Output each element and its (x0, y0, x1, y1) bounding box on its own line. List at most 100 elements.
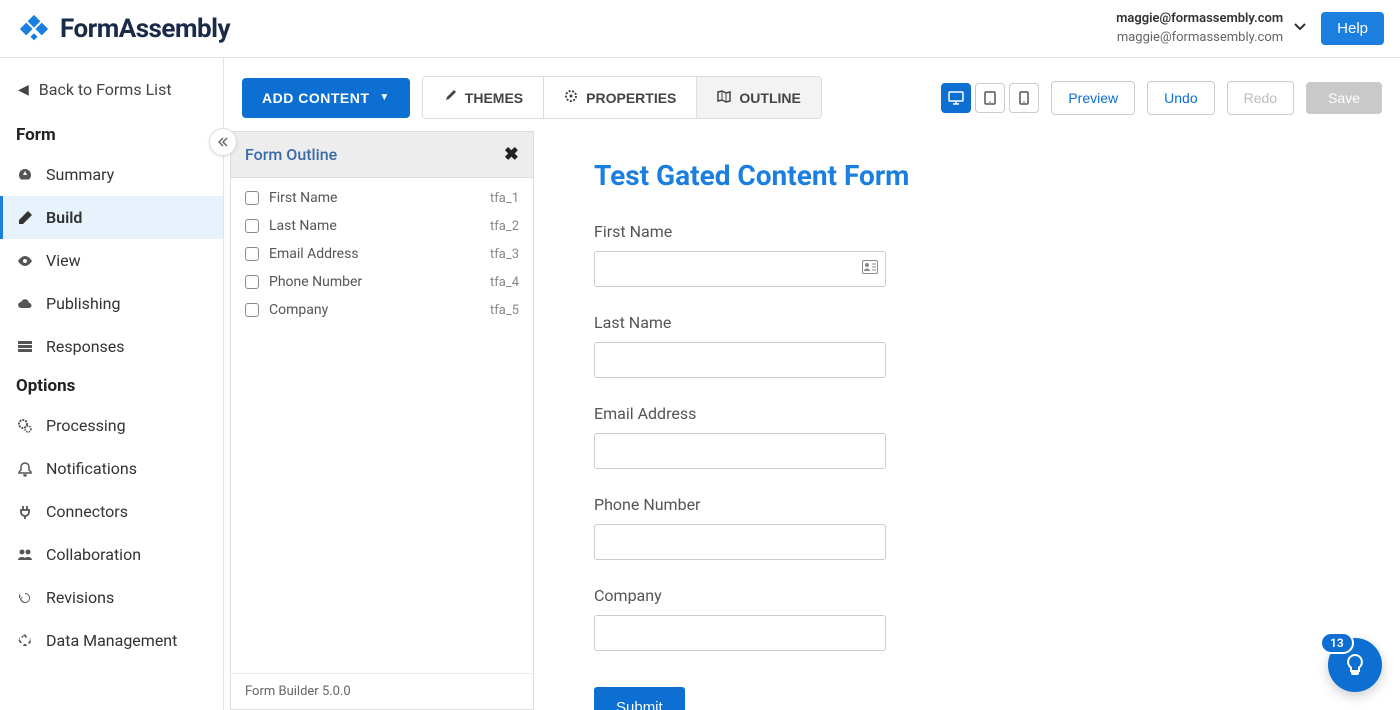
field-label: Phone Number (594, 495, 1340, 514)
back-to-forms-link[interactable]: ◀ Back to Forms List (0, 68, 223, 117)
cogs-icon (16, 418, 34, 434)
save-button[interactable]: Save (1306, 82, 1382, 114)
caret-left-icon: ◀ (18, 82, 29, 98)
history-icon (16, 590, 34, 606)
sidebar-item-connectors[interactable]: Connectors (0, 490, 223, 533)
outline-field-name: Last Name (269, 218, 490, 234)
sidebar: ◀ Back to Forms List Form Summary Build … (0, 58, 224, 710)
field-icon (245, 247, 259, 261)
preview-button[interactable]: Preview (1051, 81, 1135, 115)
sidebar-item-processing[interactable]: Processing (0, 404, 223, 447)
sidebar-item-label: Publishing (46, 294, 120, 313)
outline-item[interactable]: Phone Number tfa_4 (231, 268, 533, 296)
sidebar-item-collaboration[interactable]: Collaboration (0, 533, 223, 576)
brand-name: FormAssembly (60, 14, 230, 44)
outline-panel: Form Outline ✖ First Name tfa_1 Last Nam… (230, 131, 534, 710)
phone-input[interactable] (594, 524, 886, 560)
submit-button[interactable]: Submit (594, 687, 685, 710)
chevron-down-icon[interactable] (1293, 20, 1307, 38)
device-tablet-button[interactable] (975, 83, 1005, 113)
pencil-icon (16, 210, 34, 226)
sidebar-item-revisions[interactable]: Revisions (0, 576, 223, 619)
form-preview: Test Gated Content Form First Name Last … (534, 131, 1400, 710)
logo-icon (16, 11, 52, 47)
sidebar-section-options: Options (0, 368, 223, 404)
lightbulb-icon (1342, 652, 1368, 678)
sidebar-item-data-management[interactable]: Data Management (0, 619, 223, 662)
first-name-input[interactable] (594, 251, 886, 287)
form-field-phone: Phone Number (594, 495, 1340, 560)
sidebar-item-label: Connectors (46, 502, 128, 521)
sidebar-item-label: View (46, 251, 81, 270)
gear-icon (564, 89, 578, 106)
user-email-secondary: maggie@formassembly.com (1116, 29, 1283, 47)
outline-field-name: Phone Number (269, 274, 490, 290)
recycle-icon (16, 633, 34, 649)
company-input[interactable] (594, 615, 886, 651)
outline-field-id: tfa_4 (490, 275, 519, 290)
outline-item[interactable]: Email Address tfa_3 (231, 240, 533, 268)
user-emails: maggie@formassembly.com maggie@formassem… (1116, 10, 1283, 46)
help-button[interactable]: Help (1321, 12, 1384, 45)
sidebar-item-build[interactable]: Build (0, 196, 223, 239)
header-right: maggie@formassembly.com maggie@formassem… (1116, 10, 1384, 46)
last-name-input[interactable] (594, 342, 886, 378)
users-icon (16, 547, 34, 563)
sidebar-item-label: Processing (46, 416, 126, 435)
tab-properties[interactable]: PROPERTIES (544, 77, 697, 118)
plug-icon (16, 504, 34, 520)
sidebar-item-label: Responses (46, 337, 125, 356)
add-content-button[interactable]: ADD CONTENT ▼ (242, 78, 410, 118)
back-label: Back to Forms List (39, 80, 172, 99)
help-notification-count: 13 (1320, 632, 1354, 654)
chevron-double-left-icon (217, 136, 229, 148)
undo-button[interactable]: Undo (1147, 81, 1214, 115)
outline-title: Form Outline (245, 145, 337, 164)
field-label: First Name (594, 222, 1340, 241)
outline-field-name: Company (269, 302, 490, 318)
device-mobile-button[interactable] (1009, 83, 1039, 113)
tab-label: THEMES (465, 90, 523, 106)
user-menu[interactable]: maggie@formassembly.com maggie@formassem… (1116, 10, 1307, 46)
outline-item[interactable]: Company tfa_5 (231, 296, 533, 324)
email-input[interactable] (594, 433, 886, 469)
sidebar-item-label: Summary (46, 165, 114, 184)
tab-label: PROPERTIES (586, 90, 676, 106)
outline-header: Form Outline ✖ (231, 132, 533, 178)
field-icon (245, 191, 259, 205)
brush-icon (443, 89, 457, 106)
close-icon[interactable]: ✖ (504, 144, 519, 165)
contact-card-icon[interactable] (862, 260, 878, 278)
sidebar-item-summary[interactable]: Summary (0, 153, 223, 196)
cloud-icon (16, 296, 34, 312)
builder-tabs: THEMES PROPERTIES OUTLINE (422, 76, 822, 119)
field-label: Company (594, 586, 1340, 605)
outline-field-id: tfa_2 (490, 219, 519, 234)
sidebar-collapse-button[interactable] (209, 128, 237, 156)
redo-button[interactable]: Redo (1227, 81, 1294, 115)
sidebar-item-label: Notifications (46, 459, 137, 478)
brand-logo[interactable]: FormAssembly (16, 11, 230, 47)
outline-item[interactable]: First Name tfa_1 (231, 184, 533, 212)
outline-item[interactable]: Last Name tfa_2 (231, 212, 533, 240)
device-desktop-button[interactable] (941, 83, 971, 113)
sidebar-item-publishing[interactable]: Publishing (0, 282, 223, 325)
sidebar-item-notifications[interactable]: Notifications (0, 447, 223, 490)
sidebar-item-label: Build (46, 208, 82, 227)
outline-field-name: Email Address (269, 246, 490, 262)
tab-label: OUTLINE (739, 90, 800, 106)
outline-field-id: tfa_5 (490, 303, 519, 318)
sidebar-item-view[interactable]: View (0, 239, 223, 282)
field-label: Last Name (594, 313, 1340, 332)
form-field-email: Email Address (594, 404, 1340, 469)
tab-outline[interactable]: OUTLINE (697, 77, 820, 118)
tablet-icon (984, 91, 996, 105)
bell-icon (16, 461, 34, 477)
add-content-label: ADD CONTENT (262, 90, 369, 106)
tab-themes[interactable]: THEMES (423, 77, 544, 118)
sidebar-item-responses[interactable]: Responses (0, 325, 223, 368)
grid-icon (16, 339, 34, 355)
field-icon (245, 303, 259, 317)
sidebar-item-label: Data Management (46, 631, 177, 650)
help-bubble[interactable]: 13 (1328, 638, 1382, 692)
